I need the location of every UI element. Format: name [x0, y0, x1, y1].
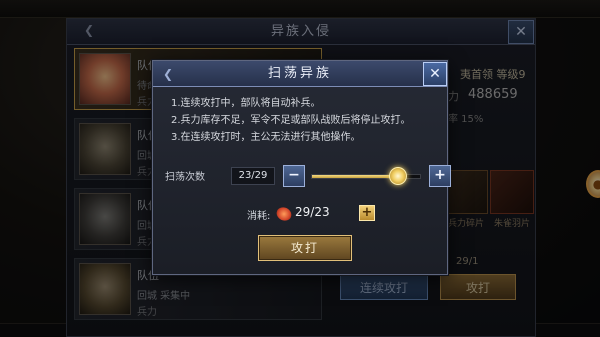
attack-button[interactable]: 攻打 — [258, 235, 352, 261]
close-icon[interactable]: ✕ — [423, 62, 447, 86]
cost-value: 29/23 — [295, 205, 330, 219]
rule-line: 1.连续攻打中，部队将自动补兵。 — [171, 98, 321, 109]
sweep-count-slider[interactable] — [311, 167, 421, 185]
add-orders-button[interactable]: + — [359, 205, 375, 221]
slider-handle[interactable] — [388, 167, 407, 185]
chevron-left-icon[interactable]: ❮ — [159, 65, 177, 83]
minus-icon[interactable]: − — [283, 165, 305, 187]
slider-fill — [312, 175, 398, 178]
rule-line: 3.在连续攻打时，主公无法进行其他操作。 — [171, 132, 361, 143]
sweep-rules: 1.连续攻打中，部队将自动补兵。 2.兵力库存不足，军令不足或部队战败后将停止攻… — [171, 95, 441, 146]
sweep-dialog-header: 扫荡异族 — [153, 61, 447, 87]
military-order-icon — [275, 205, 293, 223]
rule-line: 2.兵力库存不足，军令不足或部队战败后将停止攻打。 — [171, 115, 411, 126]
sweep-count-row: 扫荡次数 23/29 − + — [165, 163, 451, 189]
sweep-dialog-title: 扫荡异族 — [267, 66, 332, 81]
sweep-count-field[interactable]: 23/29 — [231, 167, 275, 185]
cost-row: 消耗: 29/23 + — [247, 205, 377, 223]
cost-label: 消耗: — [247, 211, 271, 222]
plus-icon[interactable]: + — [429, 165, 451, 187]
sweep-count-label: 扫荡次数 — [165, 172, 205, 183]
sweep-dialog: 扫荡异族 ❮ ✕ 1.连续攻打中，部队将自动补兵。 2.兵力库存不足，军令不足或… — [152, 60, 451, 275]
